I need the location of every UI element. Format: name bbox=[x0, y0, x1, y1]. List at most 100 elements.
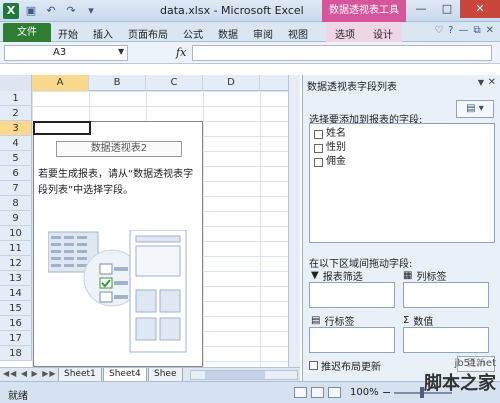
zoom-out-icon[interactable]: − bbox=[382, 386, 391, 399]
tab-home[interactable]: 开始 bbox=[58, 26, 78, 41]
row-header[interactable]: 18 bbox=[0, 346, 32, 361]
column-labels-icon: ▦ bbox=[403, 270, 413, 281]
field-item[interactable]: 姓名 bbox=[314, 127, 346, 141]
help-icon[interactable]: ? bbox=[448, 25, 453, 36]
formula-bar: A3 ▼ fx bbox=[0, 42, 500, 64]
column-labels-label: ▦ 列标签 bbox=[403, 270, 447, 283]
minimize-button[interactable]: — bbox=[408, 0, 434, 18]
pivot-illustration-icon bbox=[48, 230, 187, 353]
page-layout-view-icon[interactable] bbox=[311, 387, 324, 398]
pane-title: 数据透视表字段列表 bbox=[307, 82, 397, 93]
close-icon[interactable]: ✕ bbox=[488, 77, 496, 88]
column-header-c[interactable]: C bbox=[146, 75, 203, 91]
field-list: 姓名 性别 佣金 bbox=[309, 123, 495, 243]
page-break-view-icon[interactable] bbox=[328, 387, 341, 398]
ribbon-tabs: 文件 开始 插入 页面布局 公式 数据 审阅 视图 选项 设计 ♡ ? — ⧉ … bbox=[0, 22, 500, 42]
row-header[interactable]: 1 bbox=[0, 91, 32, 106]
report-filter-area[interactable] bbox=[309, 282, 395, 308]
tab-view[interactable]: 视图 bbox=[288, 26, 308, 41]
status-text: 就绪 bbox=[8, 391, 28, 402]
row-labels-icon: ▤ bbox=[311, 315, 321, 326]
tab-options[interactable]: 选项 bbox=[326, 22, 364, 42]
tab-review[interactable]: 审阅 bbox=[253, 26, 273, 41]
save-icon[interactable]: ▣ bbox=[24, 3, 38, 19]
select-all-corner[interactable] bbox=[0, 75, 32, 91]
row-header[interactable]: 17 bbox=[0, 331, 32, 346]
tab-formulas[interactable]: 公式 bbox=[183, 26, 203, 41]
field-label: 性别 bbox=[326, 142, 346, 153]
field-label: 姓名 bbox=[326, 128, 346, 139]
watermark-url: jb51.net bbox=[454, 358, 496, 369]
sheet-tab-shee[interactable]: Shee bbox=[148, 368, 183, 382]
tab-design[interactable]: 设计 bbox=[364, 22, 402, 42]
row-header[interactable]: 14 bbox=[0, 286, 32, 301]
vertical-scrollbar[interactable] bbox=[288, 75, 300, 367]
row-header[interactable]: 15 bbox=[0, 301, 32, 316]
close-workbook-icon[interactable]: ✕ bbox=[486, 25, 494, 36]
tab-file[interactable]: 文件 bbox=[3, 23, 51, 42]
row-labels-area[interactable] bbox=[309, 327, 395, 353]
horizontal-scrollbar[interactable] bbox=[190, 370, 298, 380]
pivot-field-list-pane: 数据透视表字段列表 ▼ ✕ 选择要添加到报表的字段: ▤ ▾ 姓名 性别 佣金 … bbox=[302, 75, 500, 382]
row-header[interactable]: 6 bbox=[0, 166, 32, 181]
formula-input[interactable] bbox=[192, 45, 492, 61]
sheet-tab-bar: ◀◀ ◀ ▶ ▶▶ Sheet1 Sheet4 Shee bbox=[0, 367, 300, 382]
column-header-d[interactable]: D bbox=[203, 75, 260, 91]
maximize-button[interactable]: □ bbox=[434, 0, 460, 18]
close-button[interactable]: ✕ bbox=[460, 0, 500, 18]
values-area[interactable] bbox=[403, 327, 489, 353]
report-filter-label: ▼ 报表筛选 bbox=[311, 270, 363, 283]
row-header[interactable]: 11 bbox=[0, 241, 32, 256]
layout-options-button[interactable]: ▤ ▾ bbox=[456, 100, 494, 118]
defer-layout-update[interactable]: 推迟布局更新 bbox=[309, 358, 381, 373]
tab-insert[interactable]: 插入 bbox=[93, 26, 113, 41]
row-header[interactable]: 12 bbox=[0, 256, 32, 271]
checkbox[interactable] bbox=[309, 361, 318, 370]
restore-workbook-icon[interactable]: ⧉ bbox=[473, 25, 480, 36]
zoom-level[interactable]: 100% bbox=[350, 387, 379, 398]
chevron-down-icon[interactable]: ▼ bbox=[118, 47, 124, 56]
field-item[interactable]: 佣金 bbox=[314, 155, 346, 169]
row-header[interactable]: 8 bbox=[0, 196, 32, 211]
customize-icon[interactable]: ▾ bbox=[84, 3, 98, 19]
row-header[interactable]: 5 bbox=[0, 151, 32, 166]
sheet-nav-arrows-icon[interactable]: ◀◀ ◀ ▶ ▶▶ bbox=[3, 369, 57, 378]
normal-view-icon[interactable] bbox=[294, 387, 307, 398]
field-item[interactable]: 性别 bbox=[314, 141, 346, 155]
checkbox[interactable] bbox=[314, 129, 323, 139]
minimize-workbook-icon[interactable]: — bbox=[458, 25, 468, 36]
pane-options-icon[interactable]: ▼ bbox=[478, 78, 484, 87]
column-header-b[interactable]: B bbox=[89, 75, 146, 91]
row-header[interactable]: 16 bbox=[0, 316, 32, 331]
row-header[interactable]: 10 bbox=[0, 226, 32, 241]
row-header[interactable]: 7 bbox=[0, 181, 32, 196]
pivot-table-placeholder[interactable]: 数据透视表2 若要生成报表，请从“数据透视表字段列表”中选择字段。 bbox=[33, 121, 203, 367]
watermark-site: 脚本之家 bbox=[424, 373, 496, 394]
fx-icon[interactable]: fx bbox=[176, 46, 186, 59]
column-header-a[interactable]: A bbox=[32, 75, 89, 91]
tab-data[interactable]: 数据 bbox=[218, 26, 238, 41]
row-header[interactable]: 9 bbox=[0, 211, 32, 226]
horizontal-scroll-thumb[interactable] bbox=[205, 371, 265, 379]
checkbox[interactable] bbox=[314, 157, 323, 167]
view-buttons bbox=[294, 387, 341, 398]
sheet-tab-sheet1[interactable]: Sheet1 bbox=[58, 368, 102, 382]
worksheet-grid[interactable]: A B C D 1 2 3 4 5 6 7 8 9 10 11 12 13 14… bbox=[0, 75, 300, 367]
excel-logo-icon[interactable]: X bbox=[3, 3, 19, 19]
undo-icon[interactable]: ↶ bbox=[44, 3, 58, 19]
row-header[interactable]: 4 bbox=[0, 136, 32, 151]
redo-icon[interactable]: ↷ bbox=[64, 3, 78, 19]
row-header[interactable]: 2 bbox=[0, 106, 32, 121]
ribbon-right-icons: ♡ ? — ⧉ ✕ bbox=[434, 25, 494, 36]
selected-cell[interactable] bbox=[33, 121, 91, 135]
name-box[interactable]: A3 bbox=[4, 45, 128, 61]
row-header[interactable]: 3 bbox=[0, 121, 32, 136]
checkbox[interactable] bbox=[314, 143, 323, 153]
title-bar: X ▣ ↶ ↷ ▾ data.xlsx - Microsoft Excel 数据… bbox=[0, 0, 500, 22]
window-title: data.xlsx - Microsoft Excel bbox=[160, 4, 304, 17]
tab-page-layout[interactable]: 页面布局 bbox=[128, 26, 168, 41]
row-header[interactable]: 13 bbox=[0, 271, 32, 286]
favorite-icon[interactable]: ♡ bbox=[434, 25, 443, 36]
sheet-tab-sheet4[interactable]: Sheet4 bbox=[103, 368, 147, 382]
column-labels-area[interactable] bbox=[403, 282, 489, 308]
